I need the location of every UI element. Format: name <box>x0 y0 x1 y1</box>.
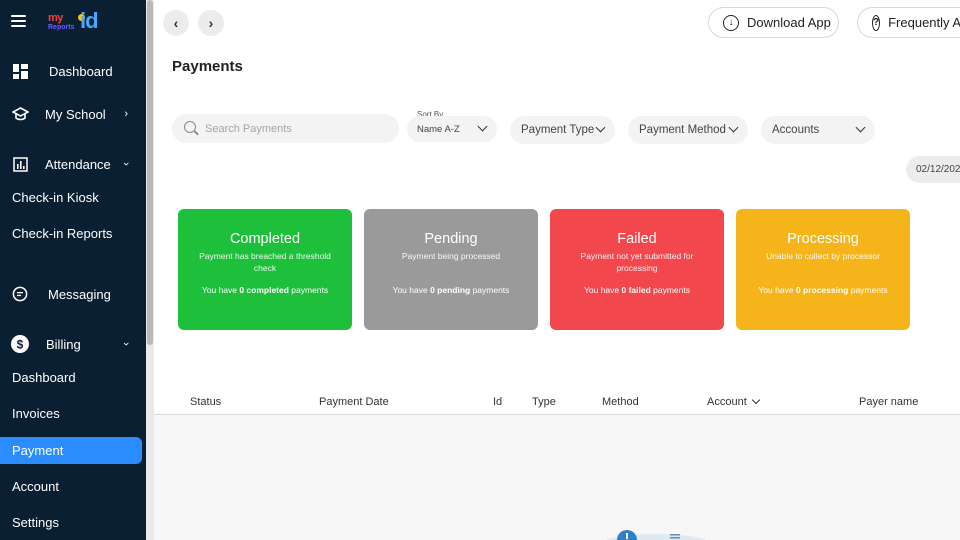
card-summary: You have 0 completed payments <box>201 285 329 295</box>
card-title: Processing <box>787 231 859 247</box>
download-app-label: Download App <box>747 15 831 30</box>
payment-type-label: Payment Type <box>521 124 595 136</box>
column-header-payment-date[interactable]: Payment Date <box>319 396 389 408</box>
payment-method-label: Payment Method <box>639 124 726 136</box>
payment-method-select[interactable]: Payment Method <box>628 116 748 144</box>
table-body <box>154 415 960 540</box>
column-header-payer-name[interactable]: Payer name <box>859 396 918 408</box>
column-header-id[interactable]: Id <box>493 396 502 408</box>
sidebar-item-attendance[interactable]: Attendance › <box>0 149 146 179</box>
search-input[interactable] <box>205 120 385 137</box>
sidebar-item-label: Attendance <box>45 156 111 172</box>
sidebar-item-label: Dashboard <box>49 63 113 79</box>
sidebar-item-label: Billing <box>46 336 81 352</box>
logo-kid: id <box>80 8 99 33</box>
chevron-right-icon: › <box>124 108 128 120</box>
sidebar-scrollbar-thumb[interactable] <box>147 0 153 345</box>
sidebar-item-my-school[interactable]: My School › <box>0 99 146 129</box>
dollar-icon: $ <box>11 335 29 353</box>
faq-label: Frequently A <box>888 15 960 30</box>
search-icon <box>184 121 196 133</box>
date-value: 02/12/2024 <box>916 164 960 175</box>
chevron-down-icon <box>751 395 760 405</box>
sidebar-item-payment[interactable]: Payment <box>12 443 63 458</box>
card-description: Payment has breached a threshold check <box>199 251 331 273</box>
column-header-account[interactable]: Account <box>707 395 760 408</box>
page-title: Payments <box>172 58 243 75</box>
card-summary: You have 0 pending payments <box>392 285 510 295</box>
accounts-select[interactable]: Accounts <box>761 116 875 144</box>
column-header-account-label: Account <box>707 396 747 408</box>
column-header-method[interactable]: Method <box>602 396 639 408</box>
sidebar-scrollbar[interactable] <box>146 0 154 540</box>
pending-card[interactable]: Pending Payment being processed You have… <box>364 209 538 330</box>
chevron-down-icon <box>728 122 739 133</box>
chevron-down-icon: › <box>120 342 133 346</box>
empty-state-illustration <box>604 530 708 540</box>
svg-text:$: $ <box>17 338 24 352</box>
completed-card[interactable]: Completed Payment has breached a thresho… <box>178 209 352 330</box>
sort-by-select[interactable]: Name A-Z <box>407 116 497 142</box>
download-icon: ↓ <box>723 14 739 31</box>
card-title: Failed <box>617 231 657 247</box>
processing-card[interactable]: Processing Unable to collect by processo… <box>736 209 910 330</box>
logo-reports: Reports <box>48 24 75 31</box>
forward-button[interactable]: › <box>198 10 224 36</box>
sidebar-item-billing[interactable]: $ Billing › <box>0 329 146 359</box>
sidebar-item-check-in-reports[interactable]: Check-in Reports <box>12 226 112 241</box>
sidebar-item-label: My School <box>45 106 106 122</box>
sidebar-item-settings[interactable]: Settings <box>12 515 59 530</box>
card-summary: You have 0 failed payments <box>583 285 690 295</box>
sidebar-item-invoices[interactable]: Invoices <box>12 406 60 421</box>
card-title: Pending <box>424 231 478 247</box>
card-summary: You have 0 processing payments <box>758 285 888 295</box>
sidebar: my Reports id Dashboard My School › Atte… <box>0 0 154 540</box>
help-icon: ? <box>872 14 881 31</box>
sidebar-item-messaging[interactable]: Messaging <box>0 279 146 309</box>
app-logo[interactable]: my Reports id <box>48 8 118 38</box>
sidebar-item-label: Messaging <box>48 286 111 302</box>
chevron-down-icon: › <box>120 162 133 166</box>
hamburger-menu-icon[interactable] <box>11 15 26 28</box>
sidebar-item-dashboard[interactable]: Dashboard <box>0 56 146 86</box>
card-description: Unable to collect by processor <box>766 251 880 261</box>
sort-by-value: Name A-Z <box>417 123 460 135</box>
date-range-picker[interactable]: 02/12/2024 <box>906 156 960 183</box>
grid-icon <box>11 62 29 80</box>
search-box[interactable] <box>172 114 399 143</box>
column-header-status[interactable]: Status <box>190 396 221 408</box>
bar-chart-icon <box>11 155 29 173</box>
failed-card[interactable]: Failed Payment not yet submitted for pro… <box>550 209 724 330</box>
chevron-left-icon: ‹ <box>173 15 179 31</box>
logo-my: my <box>48 12 63 24</box>
card-description: Payment being processed <box>401 251 501 261</box>
chevron-right-icon: › <box>208 15 214 31</box>
download-app-button[interactable]: ↓ Download App <box>708 7 839 38</box>
accounts-label: Accounts <box>772 124 820 136</box>
sidebar-item-billing-dashboard[interactable]: Dashboard <box>12 370 76 385</box>
chevron-down-icon <box>595 122 606 133</box>
sidebar-item-check-in-kiosk[interactable]: Check-in Kiosk <box>12 190 99 205</box>
faq-button[interactable]: ? Frequently A <box>857 7 960 38</box>
chat-bubble-icon <box>11 285 29 303</box>
chevron-down-icon <box>855 122 866 133</box>
graduation-cap-icon <box>11 105 29 123</box>
back-button[interactable]: ‹ <box>163 10 189 36</box>
chevron-down-icon <box>477 121 488 132</box>
payment-type-select[interactable]: Payment Type <box>510 116 615 144</box>
sidebar-item-account[interactable]: Account <box>12 479 59 494</box>
column-header-type[interactable]: Type <box>532 396 556 408</box>
card-description: Payment not yet submitted for processing <box>580 251 694 273</box>
card-title: Completed <box>229 231 301 247</box>
